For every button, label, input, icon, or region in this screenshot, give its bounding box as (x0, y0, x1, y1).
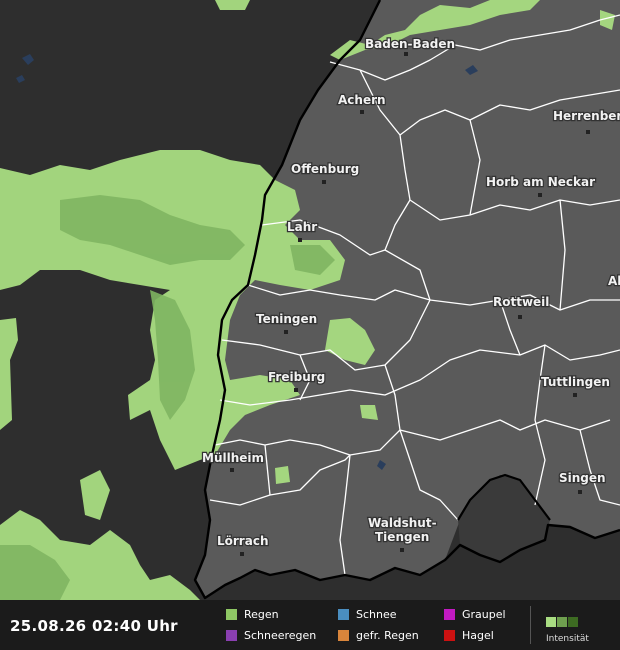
legend-item-regen: Regen (226, 608, 279, 621)
legend-item-hagel: Hagel (444, 629, 494, 642)
svg-text:Offenburg: Offenburg (291, 162, 359, 176)
legend-item-graupel: Graupel (444, 608, 506, 621)
swatch-schneeregen (226, 630, 237, 641)
weather-radar-map[interactable]: Baden-Baden Achern Herrenberg Offenburg … (0, 0, 620, 600)
svg-text:Tuttlingen: Tuttlingen (541, 375, 610, 389)
intensity-swatches (546, 612, 589, 631)
svg-text:Rottweil: Rottweil (493, 295, 549, 309)
legend-item-schnee: Schnee (338, 608, 397, 621)
svg-text:Waldshut-: Waldshut- (368, 516, 437, 530)
swatch-schnee (338, 609, 349, 620)
swatch-graupel (444, 609, 455, 620)
svg-text:Tiengen: Tiengen (375, 530, 429, 544)
intensity-swatch-low (546, 617, 556, 627)
svg-text:Freiburg: Freiburg (268, 370, 325, 384)
svg-text:Müllheim: Müllheim (202, 451, 264, 465)
intensity-label: Intensität (546, 634, 589, 644)
legend-item-gefr-regen: gefr. Regen (338, 629, 419, 642)
swatch-gefr-regen (338, 630, 349, 641)
svg-text:Lahr: Lahr (287, 220, 317, 234)
svg-text:Teningen: Teningen (256, 312, 317, 326)
legend-item-schneeregen: Schneeregen (226, 629, 316, 642)
svg-text:Herrenberg: Herrenberg (553, 109, 620, 123)
svg-text:Al: Al (608, 274, 620, 288)
legend-divider (530, 606, 531, 644)
city-al: Al (607, 273, 620, 290)
svg-text:Achern: Achern (338, 93, 386, 107)
svg-text:Horb am Neckar: Horb am Neckar (486, 175, 595, 189)
legend-bar: 25.08.26 02:40 Uhr Regen Schnee Graupel … (0, 600, 620, 650)
intensity-scale: Intensität (546, 612, 589, 644)
intensity-swatch-mid (557, 617, 567, 627)
svg-text:Singen: Singen (559, 471, 606, 485)
svg-text:Lörrach: Lörrach (217, 534, 268, 548)
radar-timestamp: 25.08.26 02:40 Uhr (10, 617, 178, 635)
swatch-hagel (444, 630, 455, 641)
intensity-swatch-high (568, 617, 578, 627)
svg-text:Baden-Baden: Baden-Baden (365, 37, 455, 51)
swatch-regen (226, 609, 237, 620)
